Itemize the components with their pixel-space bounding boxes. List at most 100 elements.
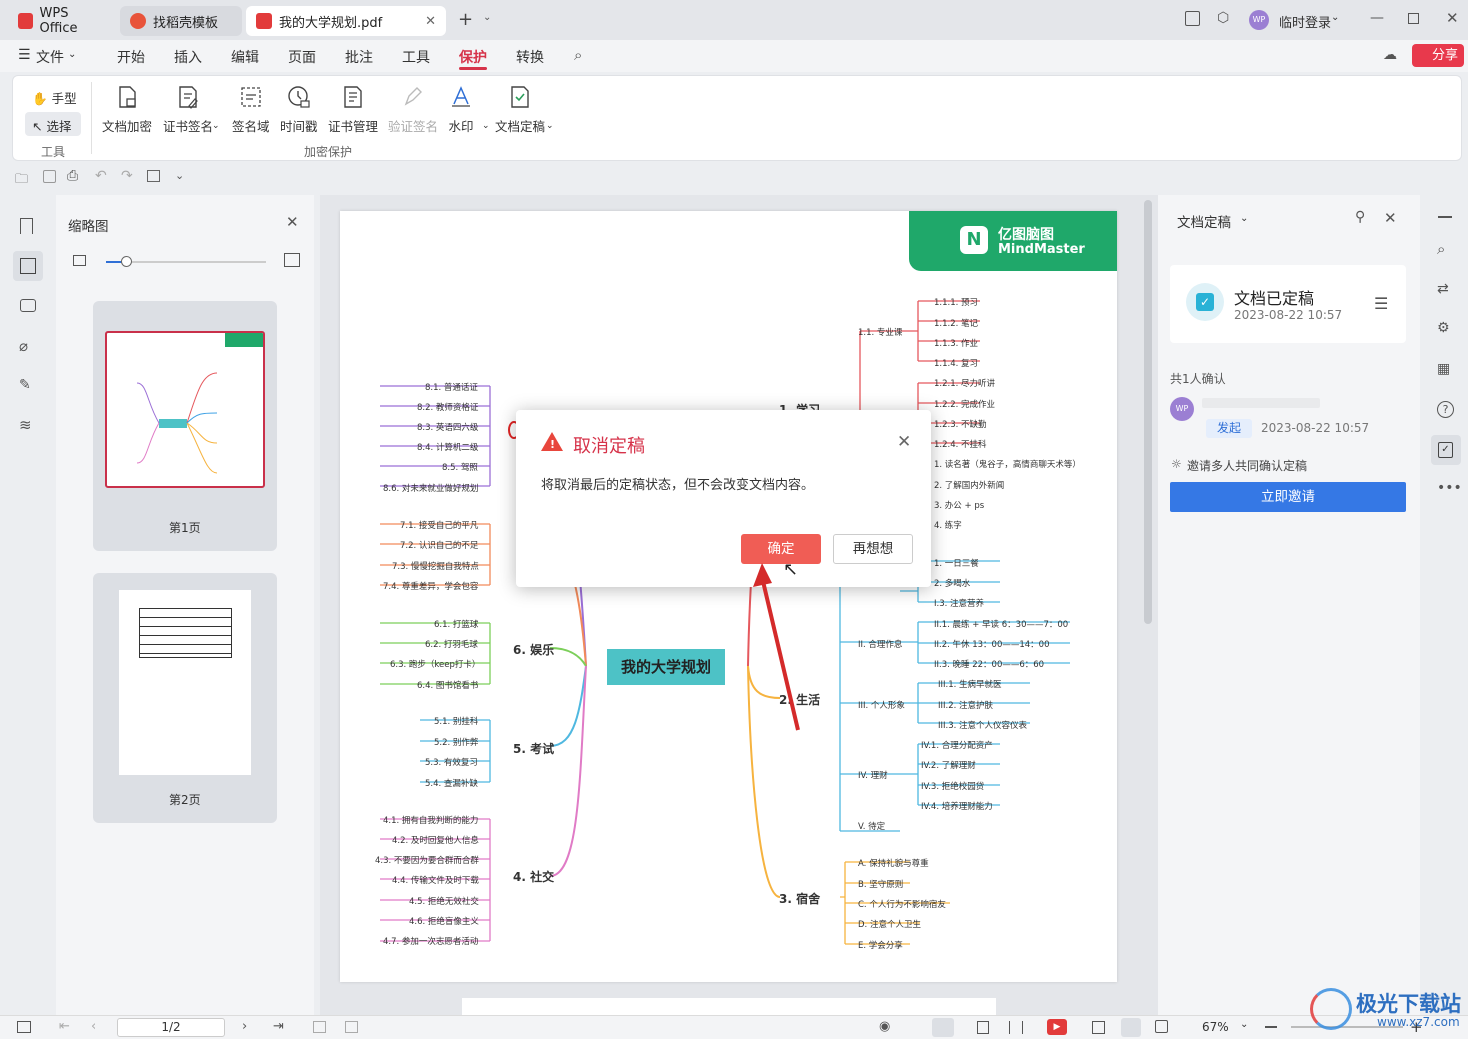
tab-list-chevron-icon[interactable]: ⌄: [483, 12, 491, 23]
signature-field-button[interactable]: 签名域: [232, 84, 270, 135]
play-icon[interactable]: ▶: [1047, 1019, 1067, 1035]
wps-logo-icon: [18, 13, 33, 29]
two-page-icon[interactable]: [1009, 1021, 1023, 1034]
sidebar-toggle-icon[interactable]: [17, 1021, 31, 1033]
back-icon[interactable]: [313, 1021, 326, 1033]
menu-icon[interactable]: ☰: [1374, 294, 1388, 313]
menu-tools[interactable]: 工具: [402, 47, 430, 67]
single-page-icon[interactable]: [977, 1021, 989, 1034]
grid-icon[interactable]: [1092, 1021, 1105, 1034]
pin-icon[interactable]: ⚲: [1355, 209, 1365, 225]
clock-icon: [288, 86, 310, 108]
menu-home[interactable]: 开始: [117, 47, 145, 67]
maximize-icon[interactable]: [1408, 13, 1419, 24]
confirm-time: 2023-08-22 10:57: [1261, 421, 1370, 435]
finalize-button[interactable]: 文档定稿: [495, 84, 545, 135]
group-label-protect: 加密保护: [304, 145, 353, 159]
first-page-icon[interactable]: ⇤: [59, 1019, 70, 1034]
encrypt-button[interactable]: 文档加密: [102, 84, 152, 135]
hand-tool-button[interactable]: ✋ 手型: [32, 88, 77, 107]
zoom-level[interactable]: 67%: [1202, 1020, 1229, 1034]
close-tab-icon[interactable]: ✕: [425, 14, 436, 29]
collapse-icon[interactable]: [1438, 216, 1452, 218]
copy-icon[interactable]: [147, 170, 160, 182]
close-icon[interactable]: ✕: [1384, 209, 1397, 227]
finalize-panel-toggle[interactable]: ✓: [1431, 435, 1461, 465]
settings-slider-icon[interactable]: ⚙: [1437, 320, 1450, 336]
cert-manage-button[interactable]: 证书管理: [328, 84, 378, 135]
avatar[interactable]: WP: [1249, 10, 1269, 30]
node: 5.2. 别作弊: [434, 738, 479, 748]
node: IV.2. 了解理财: [921, 761, 976, 771]
select-tool-button[interactable]: ↖ 选择: [25, 112, 81, 136]
search-icon[interactable]: ⌕: [574, 46, 582, 64]
layers-icon[interactable]: ≋: [19, 416, 32, 434]
forward-icon[interactable]: [345, 1021, 358, 1033]
zoom-out-icon[interactable]: [1265, 1026, 1277, 1028]
more-icon[interactable]: •••: [1437, 480, 1462, 496]
open-folder-icon[interactable]: 🗀: [15, 170, 28, 192]
watermark-button[interactable]: 水印: [448, 84, 474, 135]
menu-annotate[interactable]: 批注: [345, 47, 373, 67]
tab-pdf-document[interactable]: 我的大学规划.pdf ✕: [246, 6, 446, 36]
chevron-down-icon[interactable]: ⌄: [1240, 213, 1248, 224]
attachment-icon[interactable]: ⌀: [19, 337, 28, 355]
invite-button[interactable]: 立即邀请: [1170, 482, 1406, 512]
menu-protect[interactable]: 保护: [459, 47, 487, 67]
vertical-scrollbar[interactable]: [1144, 200, 1152, 624]
small-image-icon[interactable]: [73, 255, 86, 266]
last-page-icon[interactable]: ⇥: [273, 1019, 284, 1034]
new-tab-icon[interactable]: +: [458, 9, 473, 30]
redo-icon[interactable]: ↷: [121, 168, 133, 184]
menu-convert[interactable]: 转换: [516, 47, 544, 67]
reconsider-button[interactable]: 再想想: [833, 534, 913, 564]
close-window-icon[interactable]: ✕: [1446, 9, 1459, 27]
search-icon[interactable]: ⌕: [1437, 240, 1445, 258]
verify-sign-button[interactable]: 验证签名: [388, 84, 438, 135]
large-image-icon[interactable]: [284, 253, 300, 267]
invite-tip: 邀请多人共同确认定稿: [1187, 459, 1308, 473]
menu-insert[interactable]: 插入: [174, 47, 202, 67]
thumbnail-nav-active[interactable]: [13, 251, 43, 281]
map-icon[interactable]: ▦: [1437, 361, 1450, 377]
more-chevron-icon[interactable]: ⌄: [175, 169, 184, 182]
timestamp-button[interactable]: 时间戳: [280, 84, 318, 135]
undo-icon[interactable]: ↶: [95, 168, 107, 184]
next-page-icon[interactable]: ›: [242, 1019, 247, 1034]
save-icon[interactable]: [43, 170, 56, 183]
node: 4.4. 传输文件及时下载: [392, 876, 479, 886]
fit-width-icon[interactable]: [932, 1018, 954, 1037]
tab-wps-office[interactable]: WPS Office: [8, 6, 114, 36]
menu-file[interactable]: 文件: [36, 47, 64, 67]
menu-page[interactable]: 页面: [288, 47, 316, 67]
chevron-down-icon: ⌄: [546, 121, 554, 131]
finalized-icon: ✓: [1186, 283, 1224, 321]
login-label[interactable]: 临时登录: [1279, 12, 1331, 31]
cert-sign-button[interactable]: 证书签名: [163, 84, 213, 135]
fullscreen-icon[interactable]: [1121, 1018, 1141, 1037]
help-icon[interactable]: ?: [1437, 401, 1454, 418]
signature-icon[interactable]: ✎: [19, 377, 31, 393]
comment-icon[interactable]: [20, 299, 36, 312]
eye-icon[interactable]: ◉: [879, 1019, 890, 1034]
close-icon[interactable]: ✕: [286, 213, 299, 231]
cloud-sync-icon[interactable]: ☁: [1383, 47, 1397, 63]
layout-icon[interactable]: [1185, 11, 1200, 26]
chevron-down-icon[interactable]: ⌄: [1331, 12, 1339, 23]
hamburger-icon[interactable]: ☰: [18, 47, 31, 63]
tab-template[interactable]: 找稻壳模板: [120, 6, 242, 36]
minimize-icon[interactable]: —: [1370, 10, 1384, 26]
finalize-pane-title[interactable]: 文档定稿: [1177, 211, 1231, 231]
menu-edit[interactable]: 编辑: [231, 47, 259, 67]
page-number-input[interactable]: 1/2: [117, 1018, 225, 1037]
dialog-close-icon[interactable]: ✕: [897, 432, 911, 452]
rotate-icon[interactable]: [1155, 1020, 1168, 1033]
bookmark-icon[interactable]: [20, 218, 33, 234]
translate-icon[interactable]: ⇄: [1437, 281, 1449, 297]
prev-page-icon[interactable]: ‹: [91, 1019, 96, 1034]
zoom-slider-handle[interactable]: [121, 256, 132, 267]
print-icon[interactable]: ⎙: [67, 168, 78, 184]
chevron-down-icon[interactable]: ⌄: [1240, 1019, 1248, 1030]
cube-icon[interactable]: ⬡: [1217, 10, 1229, 26]
share-button[interactable]: 分享: [1412, 44, 1464, 67]
